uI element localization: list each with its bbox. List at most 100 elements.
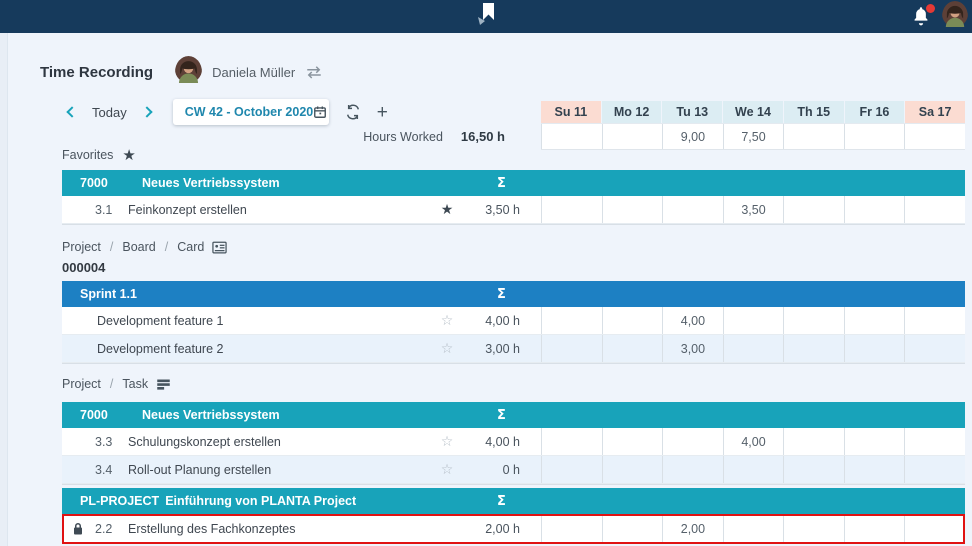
time-cell[interactable] [844,307,905,334]
time-cell[interactable] [904,456,965,483]
time-cell[interactable] [602,196,663,223]
time-cell[interactable]: 4,00 [662,307,723,334]
time-cell[interactable]: 3,50 [723,196,784,223]
time-cell[interactable] [783,428,844,455]
notifications-button[interactable] [910,5,934,29]
table-row[interactable]: 3.3 Schulungskonzept erstellen ☆ 4,00 h … [62,428,965,456]
time-cell[interactable] [844,516,905,542]
board-id: 000004 [62,260,105,275]
time-cell[interactable] [723,516,784,542]
user-name: Daniela Müller [212,65,295,80]
time-cell[interactable] [541,516,602,542]
table-row[interactable]: Development feature 2 ☆ 3,00 h 3,00 [62,335,965,363]
time-cell[interactable] [844,196,905,223]
row-number: 3.3 [95,435,119,449]
section-code: 7000 [80,176,136,190]
time-cell[interactable] [783,456,844,483]
page-title: Time Recording [40,64,153,81]
time-cell[interactable] [723,456,784,483]
time-cell[interactable] [662,428,723,455]
table-row[interactable]: 3.1 Feinkonzept erstellen ★ 3,50 h 3,50 [62,196,965,224]
time-cell[interactable]: 4,00 [723,428,784,455]
time-cell[interactable] [723,307,784,334]
add-entry-button[interactable]: + [377,103,388,122]
today-button[interactable]: Today [92,105,127,120]
time-cell[interactable] [602,516,663,542]
title-row: Time Recording Daniela Müller [40,55,323,89]
section-header[interactable]: 7000 Neues Vertriebssystem Σ [62,402,965,428]
period-label: CW 42 - October 2020 [185,105,314,119]
breadcrumb-item: Card [177,240,204,254]
favorite-star-icon[interactable]: ☆ [441,313,454,329]
time-cell[interactable] [904,196,965,223]
favorites-label: Favorites [62,148,113,162]
section-header[interactable]: Sprint 1.1 Σ [62,281,965,307]
row-name: Development feature 1 [97,314,436,328]
week-toolbar: Today CW 42 - October 2020 [62,98,388,126]
breadcrumb-board: Project / Board / Card [62,239,227,255]
time-cell[interactable] [662,456,723,483]
favorite-star-icon[interactable]: ☆ [441,341,454,357]
table-row[interactable]: 3.4 Roll-out Planung erstellen ☆ 0 h [62,456,965,484]
sigma-label: Σ [497,494,506,509]
favorites-label-row: Favorites ★ [62,146,136,164]
time-cell[interactable] [904,428,965,455]
time-cell[interactable]: 2,00 [662,516,723,542]
time-cell[interactable] [541,428,602,455]
time-cell[interactable] [602,307,663,334]
time-cell[interactable] [844,456,905,483]
row-number: 2.2 [95,522,119,536]
previous-week-button[interactable] [62,103,76,121]
left-edge-strip [0,33,8,546]
row-total: 0 h [458,463,520,477]
time-cell[interactable] [602,456,663,483]
next-week-button[interactable] [143,103,151,121]
section-header[interactable]: 7000 Neues Vertriebssystem Σ [62,170,965,196]
section-favorites: 7000 Neues Vertriebssystem Σ 3.1 Feinkon… [62,170,965,225]
time-cell[interactable]: 3,00 [662,335,723,362]
favorite-star-icon[interactable]: ☆ [441,462,454,478]
time-cell[interactable] [844,335,905,362]
time-cell[interactable] [662,196,723,223]
time-recording-screen: Time Recording Daniela Müller Today CW 4… [0,0,972,546]
section-title: Neues Vertriebssystem [142,176,280,190]
time-cell[interactable] [783,307,844,334]
time-cell[interactable] [541,456,602,483]
chevron-left-icon [66,106,77,117]
table-row-highlighted[interactable]: 2.2 Erstellung des Fachkonzeptes 2,00 h … [62,514,965,544]
row-total: 4,00 h [458,435,520,449]
row-name: Feinkonzept erstellen [128,203,436,217]
time-cell[interactable] [783,335,844,362]
time-cell[interactable] [904,516,965,542]
favorite-star-icon[interactable]: ☆ [441,434,454,450]
refresh-button[interactable] [345,104,361,120]
time-cell[interactable] [844,428,905,455]
time-cell[interactable] [783,196,844,223]
switch-user-icon[interactable] [305,65,323,79]
time-cell[interactable] [723,335,784,362]
section-code: Sprint 1.1 [80,287,137,301]
time-cell[interactable] [904,307,965,334]
time-cell[interactable] [904,335,965,362]
user-avatar[interactable] [175,56,202,88]
section-board: Sprint 1.1 Σ Development feature 1 ☆ 4,0… [62,281,965,364]
hours-worked-total: 16,50 h [461,129,505,144]
topbar-avatar[interactable] [942,1,968,32]
time-cell[interactable] [541,335,602,362]
time-cell[interactable] [541,196,602,223]
row-name: Development feature 2 [97,342,436,356]
row-name: Schulungskonzept erstellen [128,435,436,449]
hours-cell [783,124,844,149]
time-cell[interactable] [602,335,663,362]
section-header[interactable]: PL-PROJECT Einführung von PLANTA Project… [62,488,965,514]
time-cell[interactable] [783,516,844,542]
period-select[interactable]: CW 42 - October 2020 [173,99,329,125]
row-number: 3.4 [95,463,119,477]
sigma-label: Σ [497,176,506,191]
favorite-star-icon[interactable]: ★ [441,202,454,218]
day-header-row: Su 11 Mo 12 Tu 13 We 14 Th 15 Fr 16 Sa 1… [541,101,965,123]
time-cell[interactable] [602,428,663,455]
card-icon [212,241,227,254]
table-row[interactable]: Development feature 1 ☆ 4,00 h 4,00 [62,307,965,335]
time-cell[interactable] [541,307,602,334]
